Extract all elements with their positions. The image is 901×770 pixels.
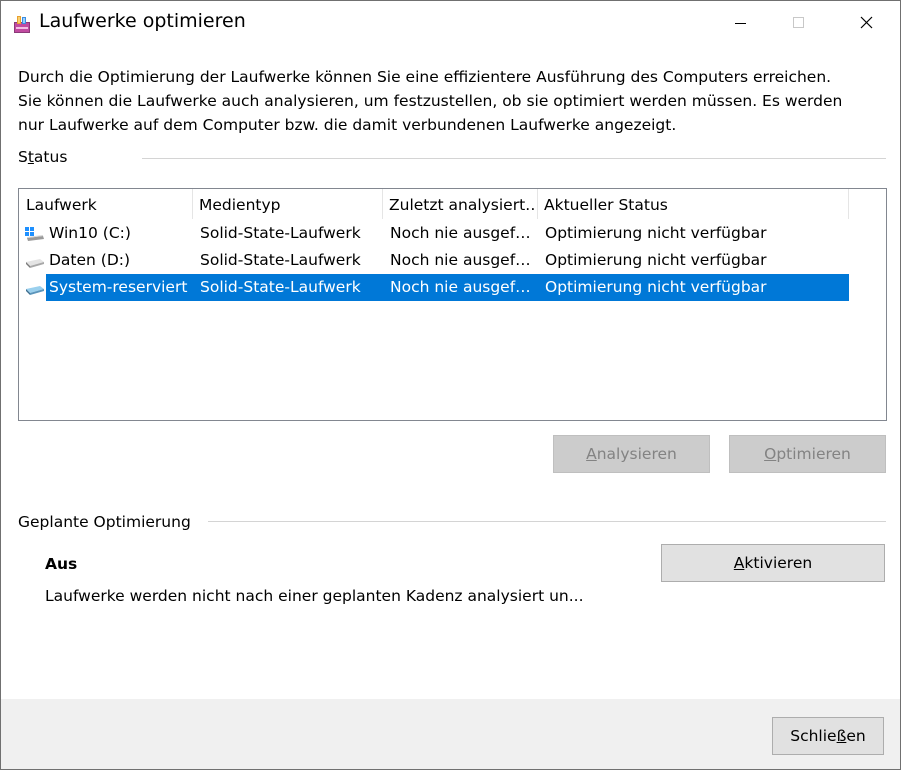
minimize-button[interactable] (709, 1, 755, 45)
drive-row-system-reserved[interactable]: System-reserviert Solid-State-Laufwerk N… (19, 274, 886, 301)
window-title: Laufwerke optimieren (39, 10, 246, 32)
title-bar[interactable]: Laufwerke optimieren (1, 1, 900, 45)
drive-row-c[interactable]: Win10 (C:) Solid-State-Laufwerk Noch nie… (19, 220, 886, 247)
intro-text: Durch die Optimierung der Laufwerke könn… (18, 65, 888, 137)
schedule-group-label: Geplante Optimierung (18, 513, 191, 531)
activate-button[interactable]: Aktivieren (661, 544, 885, 582)
defrag-app-icon (14, 16, 30, 33)
media-type: Solid-State-Laufwerk (200, 278, 361, 296)
column-header-drive[interactable]: Laufwerk (19, 189, 193, 219)
drive-list-header: Laufwerk Medientyp Zuletzt analysiert… A… (19, 189, 886, 219)
close-button[interactable]: Schließen (772, 717, 884, 755)
intro-line: Sie können die Laufwerke auch analysiere… (18, 92, 843, 110)
schedule-group-divider (208, 521, 886, 522)
current-status: Optimierung nicht verfügbar (545, 224, 767, 242)
status-group-divider (142, 158, 886, 159)
column-header-current-status[interactable]: Aktueller Status (537, 189, 848, 219)
column-header-last-analyzed[interactable]: Zuletzt analysiert… (382, 189, 538, 219)
last-analyzed: Noch nie ausgef… (390, 224, 531, 242)
drive-icon (26, 286, 44, 295)
drive-row-d[interactable]: Daten (D:) Solid-State-Laufwerk Noch nie… (19, 247, 886, 274)
intro-line: Durch die Optimierung der Laufwerke könn… (18, 68, 832, 86)
optimize-button[interactable]: Optimieren (729, 435, 886, 473)
close-window-button[interactable] (843, 1, 889, 45)
analyze-button[interactable]: Analysieren (553, 435, 710, 473)
media-type: Solid-State-Laufwerk (200, 251, 361, 269)
minimize-icon (735, 23, 746, 24)
last-analyzed: Noch nie ausgef… (390, 251, 531, 269)
schedule-status: Aus (45, 555, 78, 573)
schedule-description: Laufwerke werden nicht nach einer geplan… (45, 587, 584, 605)
column-header-media-type[interactable]: Medientyp (192, 189, 383, 219)
maximize-icon (793, 17, 804, 28)
media-type: Solid-State-Laufwerk (200, 224, 361, 242)
close-icon (860, 16, 873, 29)
drive-name: Win10 (C:) (49, 224, 131, 242)
last-analyzed: Noch nie ausgef… (390, 278, 531, 296)
drive-name: System-reserviert (49, 278, 188, 296)
current-status: Optimierung nicht verfügbar (545, 251, 767, 269)
drive-list[interactable]: Laufwerk Medientyp Zuletzt analysiert… A… (18, 188, 887, 421)
windows-drive-icon (25, 227, 44, 241)
optimize-drives-window: Laufwerke optimieren Durch die Optimieru… (0, 0, 901, 770)
intro-line: nur Laufwerke auf dem Computer bzw. die … (18, 116, 677, 134)
footer-bar: Schließen (1, 699, 900, 769)
maximize-button (775, 1, 821, 45)
status-group-label: Status (18, 148, 68, 166)
column-divider[interactable] (848, 189, 849, 219)
current-status: Optimierung nicht verfügbar (545, 278, 767, 296)
drive-name: Daten (D:) (49, 251, 131, 269)
drive-icon (26, 259, 44, 268)
